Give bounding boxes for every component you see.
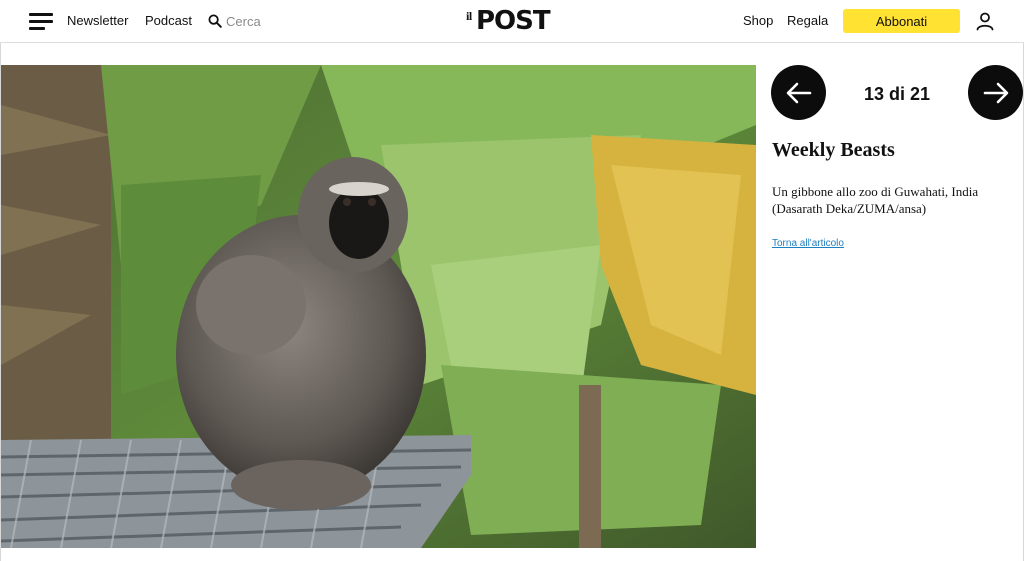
nav-regala-link[interactable]: Regala	[787, 13, 828, 28]
gallery-photo	[1, 65, 756, 548]
search-icon[interactable]	[208, 14, 222, 28]
user-icon[interactable]	[975, 11, 995, 31]
gibbon-photo-image	[1, 65, 756, 548]
nav-newsletter-link[interactable]: Newsletter	[67, 13, 128, 28]
next-photo-button[interactable]	[968, 65, 1023, 120]
site-header: Newsletter Podcast il POST Shop Regala A…	[0, 0, 1024, 43]
logo-il: il	[466, 9, 472, 23]
gallery-counter: 13 di 21	[863, 84, 931, 104]
nav-shop-link[interactable]: Shop	[743, 13, 773, 28]
search-input[interactable]	[226, 11, 316, 31]
gallery-title: Weekly Beasts	[772, 139, 895, 161]
photo-caption: Un gibbone allo zoo di Guwahati, India (…	[772, 184, 979, 216]
arrow-right-icon	[983, 82, 1008, 103]
previous-photo-button[interactable]	[771, 65, 826, 120]
nav-podcast-link[interactable]: Podcast	[145, 13, 192, 28]
arrow-left-icon	[786, 82, 811, 103]
menu-icon[interactable]	[29, 12, 53, 32]
logo-post: POST	[476, 6, 551, 36]
subscribe-button[interactable]: Abbonati	[843, 9, 960, 33]
back-to-article-link[interactable]: Torna all'articolo	[772, 238, 844, 249]
